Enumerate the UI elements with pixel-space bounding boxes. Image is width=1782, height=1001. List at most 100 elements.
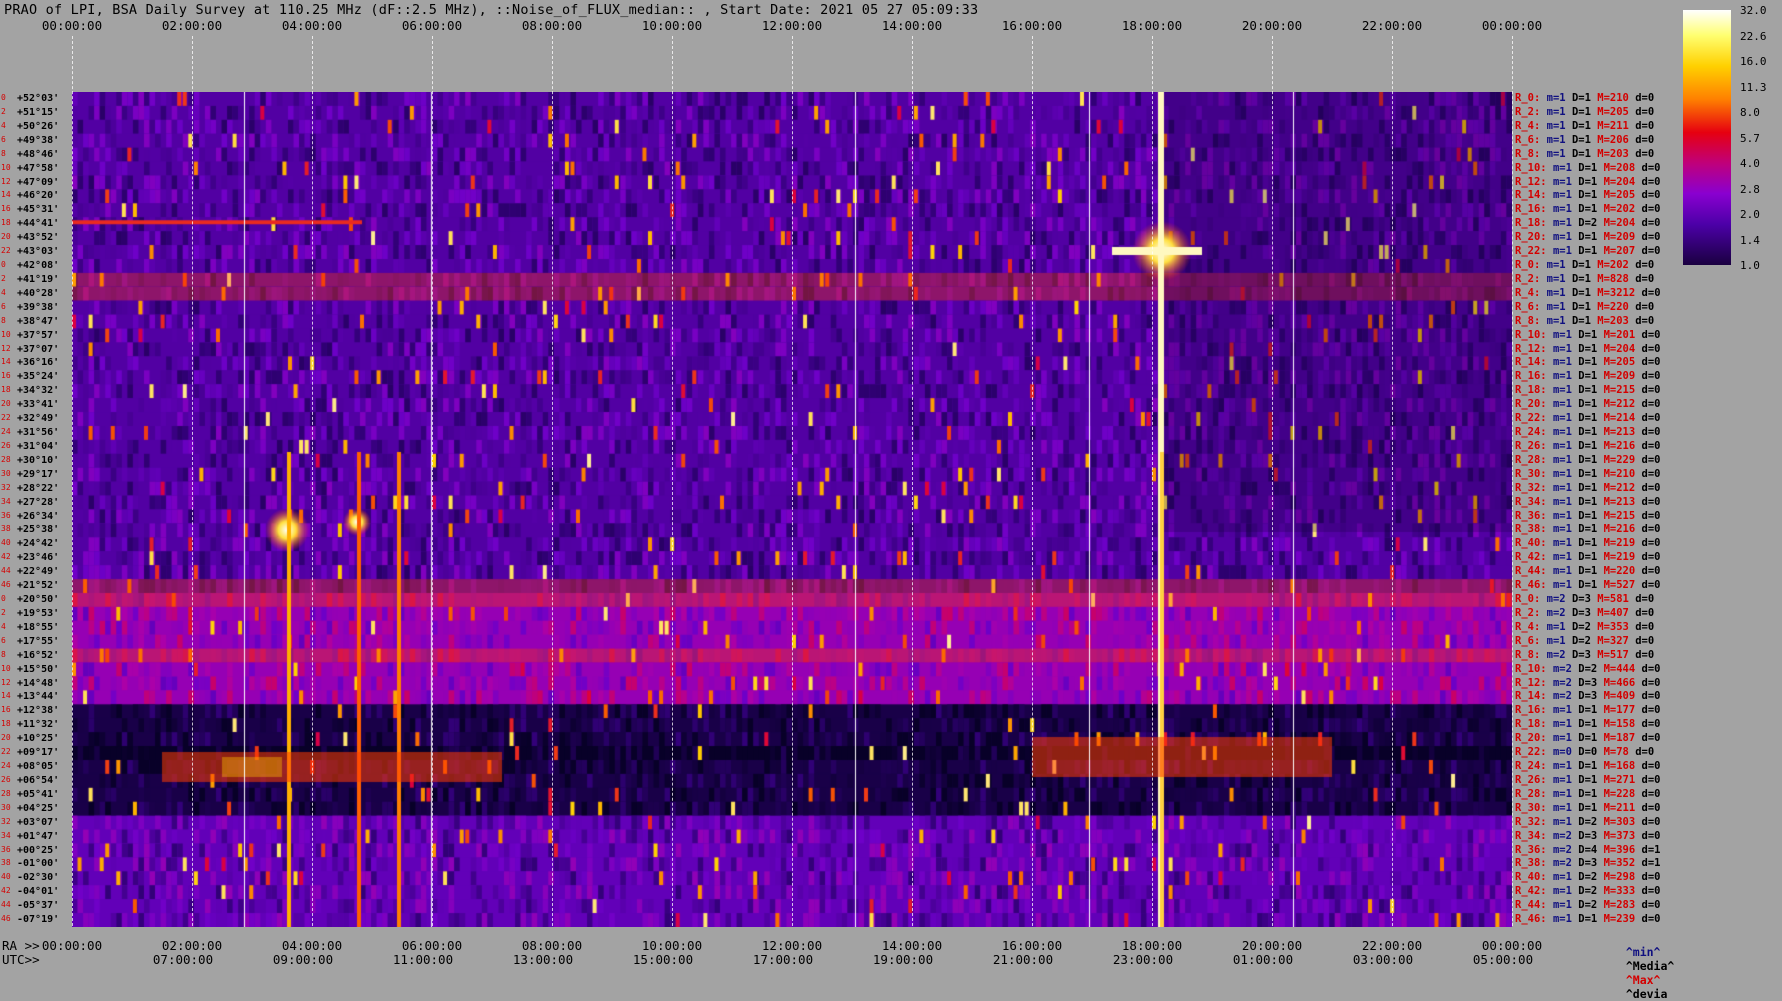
row-devia: 0 xyxy=(1647,606,1655,619)
row-max: 187 xyxy=(1616,732,1636,745)
row-min-label: m= xyxy=(1546,648,1560,661)
row-min-label: m= xyxy=(1552,328,1566,341)
row-number: 16 xyxy=(1,204,11,214)
row-devia: 0 xyxy=(1647,746,1655,759)
row-devia: 0 xyxy=(1654,537,1661,550)
row-median: 3 xyxy=(1590,829,1598,842)
row-stats: R_2: m=1 D=1 M=828 d=0 xyxy=(1515,273,1654,285)
row-devia-label: d= xyxy=(1641,370,1655,383)
row-devia: 0 xyxy=(1654,773,1661,786)
row-stats: R_36: m=2 D=4 M=396 d=1 xyxy=(1515,844,1661,856)
row-number: 28 xyxy=(1,454,11,464)
row-max: 216 xyxy=(1616,523,1636,536)
row-devia-label: d= xyxy=(1641,829,1655,842)
row-max: 207 xyxy=(1616,245,1636,258)
row-median: 1 xyxy=(1590,412,1598,425)
colorbar-tick: 16.0 xyxy=(1740,55,1767,68)
row-devia: 0 xyxy=(1647,314,1655,327)
row-max: 158 xyxy=(1616,718,1636,731)
declination-label: +10°25' xyxy=(17,733,60,745)
declination-label: +46°20' xyxy=(17,190,60,202)
row-min: 1 xyxy=(1565,175,1572,188)
legend-median: ^Media^ xyxy=(1625,959,1675,973)
row-name: R_18: xyxy=(1515,384,1547,397)
declination-label: +17°55' xyxy=(17,635,60,647)
row-name: R_36: xyxy=(1515,509,1547,522)
row-stats: R_18: m=1 D=1 M=215 d=0 xyxy=(1515,384,1661,396)
row-stats: R_28: m=1 D=1 M=228 d=0 xyxy=(1515,788,1661,800)
row-min: 1 xyxy=(1565,899,1572,912)
row-devia: 0 xyxy=(1647,593,1655,605)
row-max: 205 xyxy=(1609,105,1629,118)
row-devia-label: d= xyxy=(1641,189,1655,202)
row-name: R_46: xyxy=(1515,913,1547,926)
row-stats: R_42: m=1 D=1 M=219 d=0 xyxy=(1515,551,1661,563)
colorbar-tick: 4.0 xyxy=(1740,157,1760,170)
row-number: 42 xyxy=(1,552,11,562)
row-max-label: M= xyxy=(1603,704,1617,717)
row-min: 1 xyxy=(1565,189,1572,202)
colorbar-tick: 5.7 xyxy=(1740,131,1760,145)
row-devia: 1 xyxy=(1654,843,1661,856)
declination-label: +39°38' xyxy=(17,301,60,313)
row-min-label: m= xyxy=(1552,829,1566,842)
row-stats: R_18: m=1 D=2 M=204 d=0 xyxy=(1515,217,1661,229)
row-name: R_0: xyxy=(1515,92,1541,104)
row-min-label: m= xyxy=(1552,384,1566,397)
bottom-utc-tick: 11:00:00 xyxy=(392,952,454,967)
row-stats: R_14: m=1 D=1 M=205 d=0 xyxy=(1515,356,1661,368)
row-max-label: M= xyxy=(1603,718,1617,731)
row-stats: R_20: m=1 D=1 M=209 d=0 xyxy=(1515,231,1661,243)
row-max: 202 xyxy=(1616,203,1636,216)
row-min-label: m= xyxy=(1552,913,1566,926)
row-min-label: m= xyxy=(1552,161,1566,174)
row-min: 1 xyxy=(1559,314,1566,327)
row-devia-label: d= xyxy=(1641,787,1655,800)
row-median: 3 xyxy=(1584,648,1591,661)
row-median: 1 xyxy=(1584,259,1591,271)
row-devia-label: d= xyxy=(1641,913,1655,926)
row-name: R_8: xyxy=(1515,147,1541,160)
row-median-label: D= xyxy=(1578,537,1591,550)
row-min: 1 xyxy=(1565,871,1572,884)
row-min-label: m= xyxy=(1552,787,1566,800)
row-max-label: M= xyxy=(1603,537,1617,550)
row-devia-label: d= xyxy=(1641,217,1655,230)
row-stats: R_2: m=1 D=1 M=205 d=0 xyxy=(1515,106,1654,118)
row-name: R_44: xyxy=(1515,565,1547,578)
row-name: R_30: xyxy=(1515,801,1547,814)
row-name: R_42: xyxy=(1515,885,1547,898)
gridline xyxy=(432,36,433,926)
row-devia-label: d= xyxy=(1641,676,1655,689)
row-min-label: m= xyxy=(1552,899,1566,912)
row-max: 215 xyxy=(1616,509,1636,522)
row-median-label: D= xyxy=(1578,787,1591,800)
declination-label: +00°25' xyxy=(17,844,60,856)
row-max: 271 xyxy=(1616,773,1636,786)
row-median-label: D= xyxy=(1571,259,1585,271)
row-median: 1 xyxy=(1590,509,1598,522)
row-min: 1 xyxy=(1565,481,1572,494)
row-max: 210 xyxy=(1609,92,1629,104)
row-median-label: D= xyxy=(1571,634,1585,647)
row-median-label: D= xyxy=(1578,189,1591,202)
row-stats: R_16: m=1 D=1 M=177 d=0 xyxy=(1515,704,1661,716)
row-max-label: M= xyxy=(1597,119,1610,132)
row-min: 1 xyxy=(1559,119,1566,132)
row-min: 1 xyxy=(1565,801,1572,814)
row-name: R_12: xyxy=(1515,175,1547,188)
row-min-label: m= xyxy=(1552,495,1566,508)
row-number: 26 xyxy=(1,440,11,450)
row-min-label: m= xyxy=(1552,746,1566,759)
row-median: 1 xyxy=(1590,426,1598,438)
row-stats: R_12: m=1 D=1 M=204 d=0 xyxy=(1515,343,1661,355)
row-stats: R_44: m=1 D=1 M=220 d=0 xyxy=(1515,565,1661,577)
row-devia: 0 xyxy=(1647,634,1655,647)
row-devia: 0 xyxy=(1654,676,1661,689)
row-number: 10 xyxy=(1,663,11,673)
bottom-ra-tick: 04:00:00 xyxy=(281,938,343,953)
row-name: R_2: xyxy=(1515,272,1541,285)
row-median: 1 xyxy=(1590,495,1598,508)
row-devia: 0 xyxy=(1654,704,1661,717)
row-median: 1 xyxy=(1584,105,1591,118)
